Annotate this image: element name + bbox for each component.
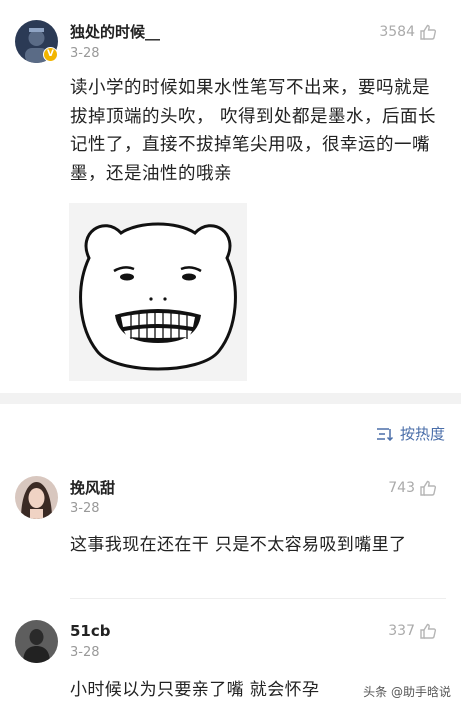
like-button[interactable]: 337 <box>388 622 437 640</box>
like-count: 337 <box>388 623 415 639</box>
like-count: 3584 <box>379 24 415 40</box>
sort-icon <box>376 427 394 441</box>
comment-date: 3-28 <box>70 46 100 61</box>
avatar[interactable] <box>15 620 58 663</box>
reply-text: 这事我现在还在干 只是不太容易吸到嘴里了 <box>70 535 407 555</box>
thumbs-up-icon <box>419 479 437 497</box>
avatar[interactable] <box>15 476 58 519</box>
reply-separator <box>70 598 446 599</box>
like-button[interactable]: 743 <box>388 479 437 497</box>
sort-by-hot-button[interactable]: 按热度 <box>376 423 445 444</box>
verified-badge-icon: V <box>43 47 58 62</box>
sort-label: 按热度 <box>399 425 445 443</box>
main-comment: V 独处的时候__ 3-28 3584 读小学的时候如果水性笔写不出来，要吗就是… <box>0 0 461 393</box>
watermark: 头条 @助手晗说 <box>361 682 453 701</box>
comment-text: 读小学的时候如果水性笔写不出来，要吗就是拔掉顶端的头吹， 吹得到处都是墨水，后面… <box>70 78 437 184</box>
section-divider <box>0 393 461 404</box>
like-button[interactable]: 3584 <box>379 23 437 41</box>
meme-image[interactable] <box>69 203 247 381</box>
thumbs-up-icon <box>419 23 437 41</box>
username[interactable]: 51cb <box>70 622 111 640</box>
reply-date: 3-28 <box>70 645 100 660</box>
reply-date: 3-28 <box>70 501 100 516</box>
username[interactable]: 独处的时候__ <box>70 21 160 42</box>
thumbs-up-icon <box>419 622 437 640</box>
username[interactable]: 挽风甜 <box>70 477 115 498</box>
like-count: 743 <box>388 480 415 496</box>
